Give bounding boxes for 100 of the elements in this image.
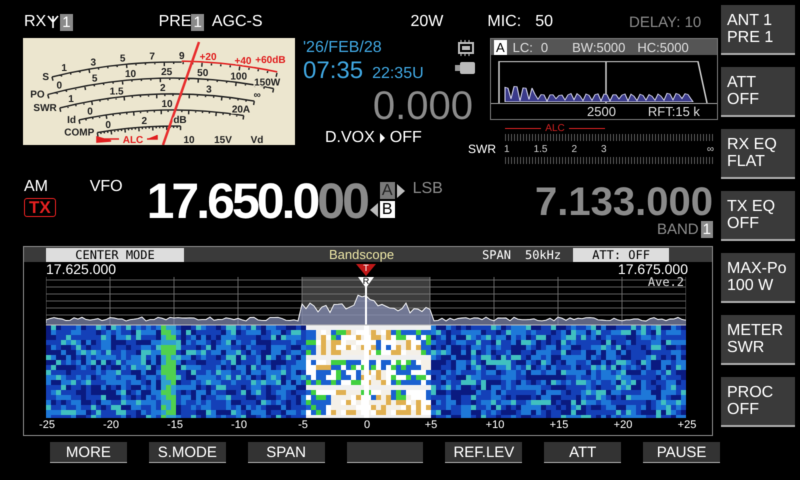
- scope-axis-label: -5: [297, 419, 309, 431]
- scope-axis-label: -25: [38, 419, 56, 431]
- function-key-button[interactable]: S.MODE: [148, 442, 226, 463]
- swr-scale-label: 1: [504, 144, 510, 154]
- alc-bar-label: ALC: [545, 123, 565, 134]
- meter-scale-label: 2: [142, 116, 148, 127]
- vd-scale-label: Vd: [250, 135, 264, 145]
- meter-scale-label: 20A: [232, 104, 250, 116]
- meter-scale-label: 1.5: [110, 86, 124, 98]
- side-menu-button[interactable]: MAX-Po 100 W: [721, 253, 795, 303]
- scope-low-frequency: 17.625.000: [46, 262, 116, 277]
- scope-axis-label: -20: [102, 419, 120, 431]
- date-label: '26/FEB/28: [303, 39, 383, 57]
- meter-scale-label: 3: [206, 84, 212, 96]
- scope-att-label: ATT: OFF: [573, 248, 670, 262]
- mic-value: 50: [535, 13, 553, 31]
- alc-bracket: [96, 134, 158, 143]
- vfo-select-button[interactable]: B: [380, 201, 395, 218]
- delay-label: DELAY: 10: [628, 14, 702, 30]
- antenna-icon: [47, 15, 60, 29]
- lc-value: 0: [540, 40, 548, 54]
- meter-scale-label: 1: [68, 94, 74, 106]
- function-key-button[interactable]: REF.LEV: [445, 442, 522, 463]
- average-label: Ave.2: [648, 275, 684, 289]
- local-time: 07:35: [303, 57, 364, 85]
- meter-scale-label: 1: [61, 62, 67, 74]
- dvox-label: D.VOX: [325, 129, 375, 147]
- blank-function-key[interactable]: [346, 442, 424, 463]
- scope-axis-label: +5: [424, 419, 438, 431]
- offset-frequency: 0.000: [372, 85, 473, 127]
- preamp-number: 1: [191, 14, 204, 30]
- side-menu-button[interactable]: ANT 1 PRE 1: [721, 5, 795, 55]
- scope-axis-label: 0: [362, 419, 372, 431]
- meter-over-label: +20: [200, 52, 217, 64]
- meter-scale-name: SWR: [33, 102, 57, 114]
- meter-over-label: +60dB: [255, 55, 286, 66]
- meter-scale-label: 3: [90, 57, 96, 68]
- side-menu-button[interactable]: TX EQ OFF: [721, 191, 795, 241]
- bw-value: BW:5000: [572, 40, 626, 54]
- meter-scale-label: 10: [161, 99, 173, 110]
- mic-label: MIC:: [487, 13, 522, 31]
- function-key-button[interactable]: ATT: [544, 442, 622, 463]
- swr-scale-label: 1.5: [534, 144, 548, 154]
- preamp-label: PRE: [158, 13, 192, 31]
- rft-value: RFT:15 k: [648, 104, 700, 119]
- vfo-select-button[interactable]: A: [380, 182, 395, 199]
- function-key-button[interactable]: SPAN: [248, 442, 325, 463]
- meter-scale-label: 9: [179, 51, 185, 62]
- scope-axis-label: -15: [166, 419, 184, 431]
- meter-scale-name: PO: [30, 90, 45, 100]
- filter-center-value: 2500: [587, 104, 616, 119]
- vd-scale-label: 10: [183, 135, 195, 145]
- side-menu-button[interactable]: ATT OFF: [721, 67, 795, 117]
- meter-scale-label: 5: [120, 54, 126, 65]
- meter-scale-label: 2: [160, 83, 166, 94]
- span-value: 50kHz: [524, 248, 562, 262]
- meter-scale-label: 0: [56, 80, 62, 92]
- vd-scale-label: 15V: [214, 135, 232, 145]
- swr-scale-label: ∞: [706, 144, 714, 154]
- meter-scale-label: 25: [161, 67, 172, 78]
- band-label: BAND: [656, 221, 699, 238]
- meter-scale-label: 0: [105, 120, 111, 131]
- sub-frequency: 7.133.000: [535, 183, 713, 221]
- alc-range-line: [568, 128, 606, 129]
- band-number: 1: [700, 221, 713, 238]
- meter-scale-label: 7: [149, 51, 155, 62]
- meter-scale-label: dB: [173, 115, 187, 126]
- tx-marker: T: [356, 264, 376, 276]
- vfo-label: VFO: [90, 177, 123, 196]
- scope-axis-label: +20: [612, 419, 634, 431]
- swr-scale-label: 2: [571, 144, 578, 154]
- side-menu-button[interactable]: PROC OFF: [721, 377, 795, 427]
- main-frequency: 17.650.000: [146, 173, 367, 227]
- scope-axis-label: +15: [548, 419, 570, 431]
- scope-mode-label: CENTER MODE: [46, 248, 184, 262]
- function-key-button[interactable]: MORE: [50, 442, 127, 463]
- meter-scale-label: 10: [125, 68, 136, 80]
- antenna-number: 1: [60, 14, 73, 30]
- rx-marker: R: [358, 277, 374, 288]
- meter-scale-label: ∞: [254, 90, 261, 102]
- function-key-button[interactable]: PAUSE: [643, 442, 720, 463]
- alc-range-line: [505, 128, 542, 129]
- power-label: 20W: [410, 13, 444, 31]
- meter-scale-name: S: [42, 72, 50, 83]
- usb-stick-icon: [455, 62, 475, 74]
- side-menu-button[interactable]: METER SWR: [721, 315, 795, 365]
- sub-mode-label: LSB: [412, 179, 443, 198]
- utc-time: 22:35U: [372, 65, 424, 83]
- meter-scale-label: 0: [87, 106, 93, 118]
- arrow-icon: [380, 133, 385, 143]
- tx-indicator: TX: [24, 198, 56, 217]
- scope-axis-label: +25: [676, 419, 698, 431]
- scope-axis-label: +10: [484, 419, 506, 431]
- meter-scale-name: Id: [67, 114, 76, 126]
- swr-label: SWR: [468, 142, 497, 156]
- dvox-value: OFF: [390, 129, 422, 147]
- side-menu-button[interactable]: RX EQ FLAT: [721, 129, 795, 179]
- filter-vfo-badge: A: [494, 40, 507, 54]
- meter-scale-name: COMP: [64, 128, 94, 139]
- rx-label: RX: [24, 13, 46, 31]
